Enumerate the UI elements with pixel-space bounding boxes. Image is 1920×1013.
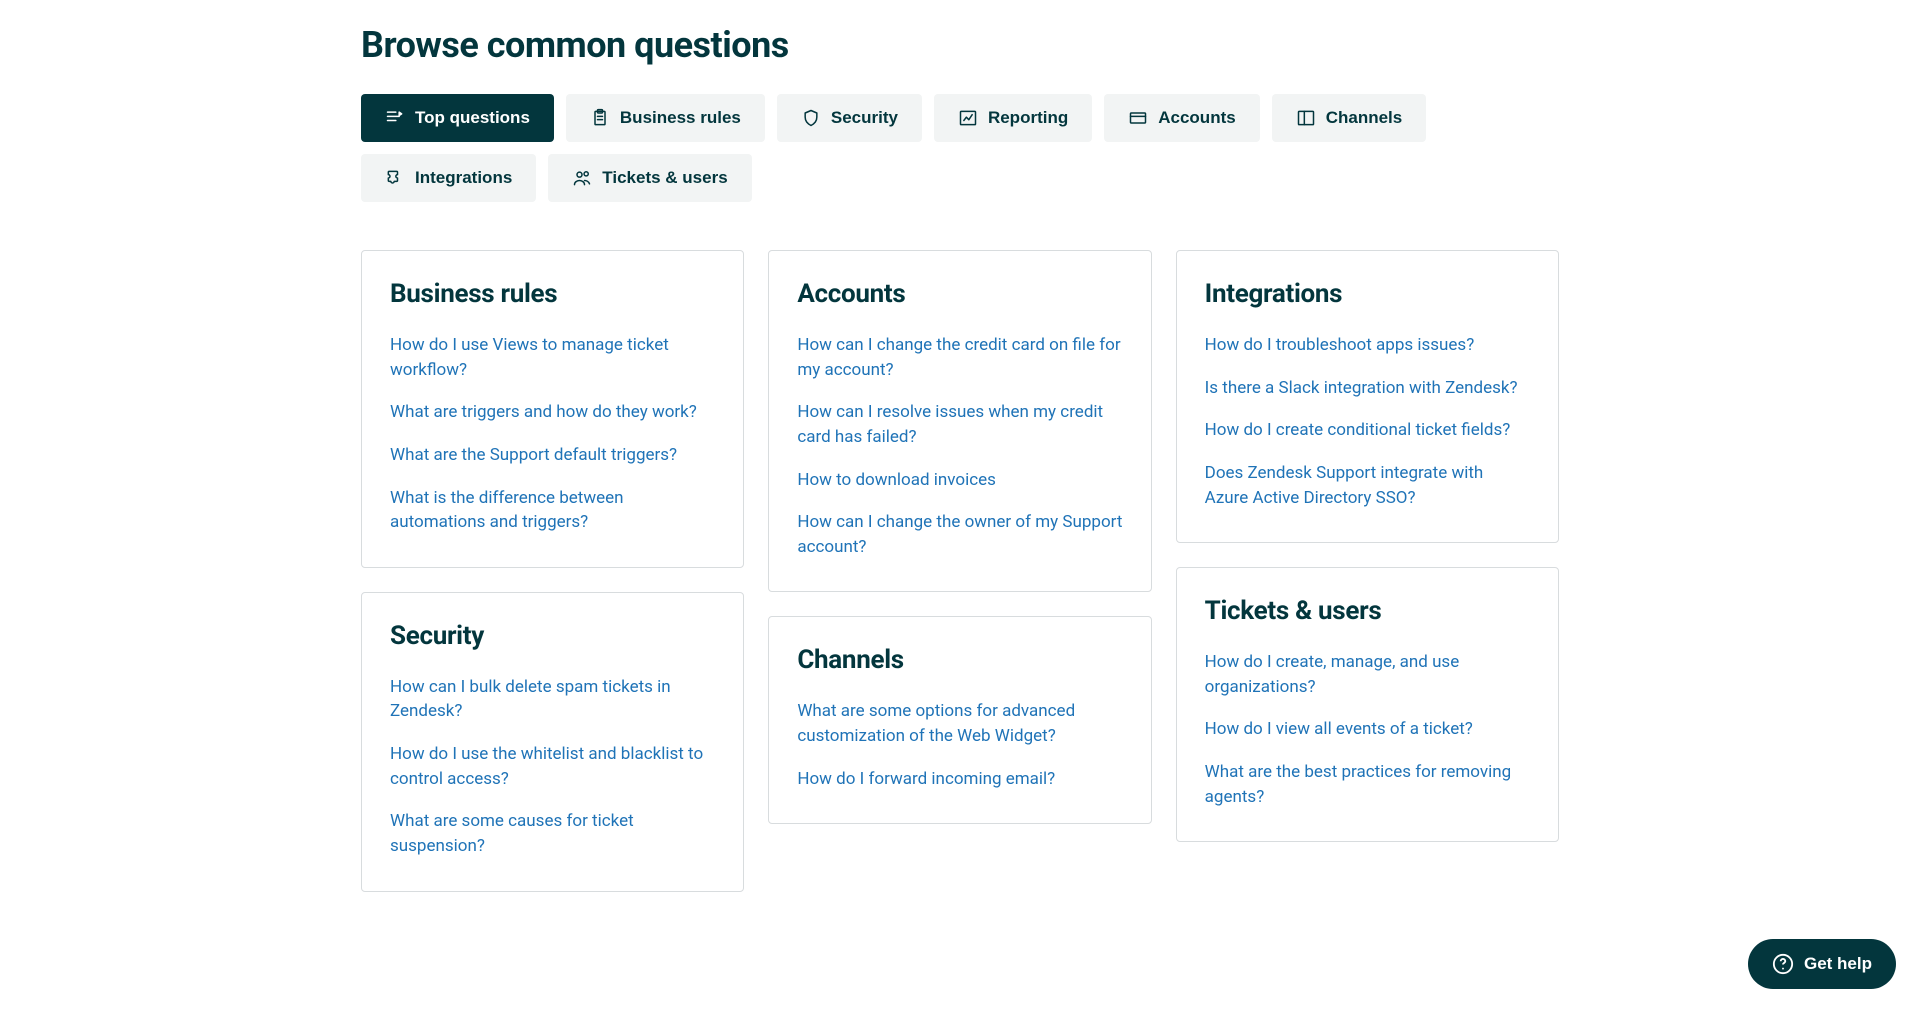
card-business-rules: Business rules How do I use Views to mana… <box>361 250 744 568</box>
card-title: Channels <box>797 645 1122 675</box>
question-link[interactable]: Does Zendesk Support integrate with Azur… <box>1205 463 1484 508</box>
question-link[interactable]: How can I resolve issues when my credit … <box>797 402 1103 447</box>
tab-top-questions[interactable]: Top questions <box>361 94 554 142</box>
column: Business rules How do I use Views to mana… <box>361 250 744 892</box>
list-item: How do I use the whitelist and blacklist… <box>390 742 715 791</box>
tab-label: Security <box>831 108 898 128</box>
list-item: How can I change the owner of my Support… <box>797 510 1122 559</box>
column: Accounts How can I change the credit card… <box>768 250 1151 824</box>
question-link[interactable]: How do I create, manage, and use organiz… <box>1205 652 1460 697</box>
tab-label: Accounts <box>1158 108 1235 128</box>
tab-integrations[interactable]: Integrations <box>361 154 536 202</box>
tab-label: Business rules <box>620 108 741 128</box>
list-item: How can I resolve issues when my credit … <box>797 400 1122 449</box>
question-link[interactable]: What are triggers and how do they work? <box>390 402 697 422</box>
card-accounts: Accounts How can I change the credit card… <box>768 250 1151 592</box>
card-title: Accounts <box>797 279 1122 309</box>
panels-icon <box>1296 108 1316 128</box>
page-title: Browse common questions <box>361 24 1559 66</box>
shield-icon <box>801 108 821 128</box>
tab-reporting[interactable]: Reporting <box>934 94 1092 142</box>
card-security: Security How can I bulk delete spam ticke… <box>361 592 744 892</box>
tab-bar: Top questions Business rules Security Repor… <box>361 94 1559 202</box>
list-item: How do I create conditional ticket field… <box>1205 418 1530 443</box>
puzzle-icon <box>385 168 405 188</box>
list-item: How do I troubleshoot apps issues? <box>1205 333 1530 358</box>
card-channels: Channels What are some options for advanc… <box>768 616 1151 824</box>
cards-grid: Business rules How do I use Views to mana… <box>361 250 1559 892</box>
tab-tickets-users[interactable]: Tickets & users <box>548 154 751 202</box>
list-item: How can I change the credit card on file… <box>797 333 1122 382</box>
list-item: How can I bulk delete spam tickets in Ze… <box>390 675 715 724</box>
question-link[interactable]: How do I use Views to manage ticket work… <box>390 335 669 380</box>
question-link[interactable]: How do I view all events of a ticket? <box>1205 719 1473 739</box>
question-link[interactable]: Is there a Slack integration with Zendes… <box>1205 378 1518 398</box>
question-link[interactable]: What are some causes for ticket suspensi… <box>390 811 634 856</box>
question-link[interactable]: How do I use the whitelist and blacklist… <box>390 744 703 789</box>
list-item: What are some options for advanced custo… <box>797 699 1122 748</box>
tab-label: Tickets & users <box>602 168 727 188</box>
list-item: What are some causes for ticket suspensi… <box>390 809 715 858</box>
tab-label: Reporting <box>988 108 1068 128</box>
card-integrations: Integrations How do I troubleshoot apps i… <box>1176 250 1559 543</box>
tab-business-rules[interactable]: Business rules <box>566 94 765 142</box>
clipboard-icon <box>590 108 610 128</box>
question-link[interactable]: How can I change the owner of my Support… <box>797 512 1122 557</box>
column: Integrations How do I troubleshoot apps i… <box>1176 250 1559 842</box>
tab-channels[interactable]: Channels <box>1272 94 1427 142</box>
get-help-label: Get help <box>1804 954 1872 974</box>
question-link[interactable]: How to download invoices <box>797 470 996 490</box>
card-links: How do I troubleshoot apps issues? Is the… <box>1205 333 1530 510</box>
card-links: How do I create, manage, and use organiz… <box>1205 650 1530 809</box>
tab-label: Integrations <box>415 168 512 188</box>
card-title: Business rules <box>390 279 715 309</box>
get-help-button[interactable]: Get help <box>1748 939 1896 989</box>
question-link[interactable]: How can I bulk delete spam tickets in Ze… <box>390 677 671 722</box>
tab-security[interactable]: Security <box>777 94 922 142</box>
tab-accounts[interactable]: Accounts <box>1104 94 1259 142</box>
card-title: Integrations <box>1205 279 1530 309</box>
tab-label: Top questions <box>415 108 530 128</box>
list-item: How do I forward incoming email? <box>797 767 1122 792</box>
card-tickets-users: Tickets & users How do I create, manage, … <box>1176 567 1559 842</box>
list-item: What are the best practices for removing… <box>1205 760 1530 809</box>
question-link[interactable]: What are the best practices for removing… <box>1205 762 1512 807</box>
card-links: How can I change the credit card on file… <box>797 333 1122 559</box>
question-link[interactable]: How can I change the credit card on file… <box>797 335 1120 380</box>
list-item: What are triggers and how do they work? <box>390 400 715 425</box>
card-links: How can I bulk delete spam tickets in Ze… <box>390 675 715 859</box>
question-link[interactable]: What are the Support default triggers? <box>390 445 677 465</box>
list-item: How do I use Views to manage ticket work… <box>390 333 715 382</box>
question-link[interactable]: How do I create conditional ticket field… <box>1205 420 1511 440</box>
chart-icon <box>958 108 978 128</box>
top-icon <box>385 108 405 128</box>
list-item: What are the Support default triggers? <box>390 443 715 468</box>
list-item: How do I create, manage, and use organiz… <box>1205 650 1530 699</box>
list-item: How to download invoices <box>797 468 1122 493</box>
users-icon <box>572 168 592 188</box>
card-title: Tickets & users <box>1205 596 1530 626</box>
help-icon <box>1772 953 1794 975</box>
list-item: How do I view all events of a ticket? <box>1205 717 1530 742</box>
list-item: Is there a Slack integration with Zendes… <box>1205 376 1530 401</box>
question-link[interactable]: What are some options for advanced custo… <box>797 701 1075 746</box>
list-item: Does Zendesk Support integrate with Azur… <box>1205 461 1530 510</box>
card-links: What are some options for advanced custo… <box>797 699 1122 791</box>
card-icon <box>1128 108 1148 128</box>
tab-label: Channels <box>1326 108 1403 128</box>
question-link[interactable]: How do I troubleshoot apps issues? <box>1205 335 1475 355</box>
card-title: Security <box>390 621 715 651</box>
list-item: What is the difference between automatio… <box>390 486 715 535</box>
question-link[interactable]: How do I forward incoming email? <box>797 769 1055 789</box>
question-link[interactable]: What is the difference between automatio… <box>390 488 624 533</box>
card-links: How do I use Views to manage ticket work… <box>390 333 715 535</box>
